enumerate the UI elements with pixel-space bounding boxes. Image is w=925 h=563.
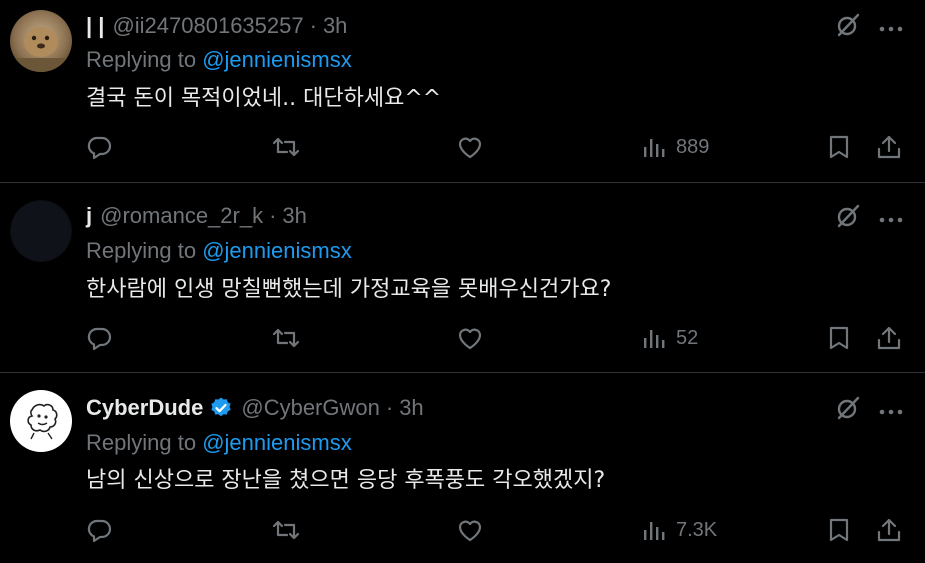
separator: · xyxy=(269,203,277,228)
reply-button[interactable] xyxy=(86,323,112,353)
display-name[interactable]: j xyxy=(86,203,92,229)
share-icon xyxy=(877,326,901,350)
timestamp[interactable]: 3h xyxy=(399,395,423,421)
tweet-header: CyberDude @CyberGwon · 3h xyxy=(86,392,424,424)
tweet[interactable]: CyberDude @CyberGwon · 3h Replying to @j… xyxy=(0,373,925,563)
tweet[interactable]: j @romance_2r_k · 3h Replying to @jennie… xyxy=(0,183,925,373)
views-button[interactable]: 7.3K xyxy=(642,515,717,545)
share-button[interactable] xyxy=(876,515,902,545)
replying-to: Replying to @jennienismsx xyxy=(86,47,352,73)
more-icon[interactable] xyxy=(879,18,903,37)
avatar[interactable] xyxy=(10,390,72,452)
reply-button[interactable] xyxy=(86,132,112,162)
bookmark-icon xyxy=(829,518,849,542)
user-handle[interactable]: @ii2470801635257 xyxy=(112,13,303,39)
like-icon xyxy=(458,520,482,542)
share-icon xyxy=(877,135,901,159)
views-count: 889 xyxy=(676,135,710,158)
share-icon xyxy=(877,518,901,542)
tweet-top-actions xyxy=(835,395,903,425)
avatar[interactable] xyxy=(10,10,72,72)
tweet-header: | | @ii2470801635257 · 3h xyxy=(86,10,347,42)
tweet-top-actions xyxy=(835,203,903,233)
reply-feed: | | @ii2470801635257 · 3h Replying to @j… xyxy=(0,0,925,549)
replying-prefix: Replying to xyxy=(86,238,197,263)
mention-link[interactable]: @jennienismsx xyxy=(202,430,352,455)
retweet-button[interactable] xyxy=(272,515,300,545)
like-button[interactable] xyxy=(456,132,484,162)
tweet-text: 결국 돈이 목적이었네.. 대단하세요^^ xyxy=(86,86,442,111)
tweet-actions: 52 xyxy=(86,323,906,353)
reply-button[interactable] xyxy=(86,515,112,545)
views-count: 52 xyxy=(676,326,699,349)
share-button[interactable] xyxy=(876,323,902,353)
replying-prefix: Replying to xyxy=(86,47,197,72)
separator: · xyxy=(385,395,394,420)
user-handle[interactable]: @CyberGwon xyxy=(241,395,380,421)
reply-icon xyxy=(87,327,112,351)
tweet-top-actions xyxy=(835,12,903,42)
views-button[interactable]: 889 xyxy=(642,132,709,162)
replying-to: Replying to @jennienismsx xyxy=(86,238,352,264)
replying-prefix: Replying to xyxy=(86,430,197,455)
bookmark-icon xyxy=(829,135,849,159)
avatar[interactable] xyxy=(10,200,72,262)
like-icon xyxy=(458,137,482,159)
tweet-actions: 889 xyxy=(86,132,906,162)
bookmark-button[interactable] xyxy=(828,132,850,162)
retweet-button[interactable] xyxy=(272,323,300,353)
retweet-button[interactable] xyxy=(272,132,300,162)
separator: · xyxy=(309,13,317,38)
reply-icon xyxy=(87,519,112,543)
grok-icon[interactable] xyxy=(835,12,861,42)
grok-icon[interactable] xyxy=(835,395,861,425)
retweet-icon xyxy=(272,520,300,540)
mention-link[interactable]: @jennienismsx xyxy=(202,47,352,72)
bookmark-button[interactable] xyxy=(828,323,850,353)
tweet-header: j @romance_2r_k · 3h xyxy=(86,200,307,232)
views-icon xyxy=(644,330,665,348)
timestamp[interactable]: 3h xyxy=(323,13,347,39)
reply-icon xyxy=(87,136,112,160)
like-icon xyxy=(458,328,482,350)
views-icon xyxy=(644,139,665,157)
like-button[interactable] xyxy=(456,515,484,545)
mention-link[interactable]: @jennienismsx xyxy=(202,238,352,263)
tweet[interactable]: | | @ii2470801635257 · 3h Replying to @j… xyxy=(0,0,925,183)
user-handle[interactable]: @romance_2r_k xyxy=(100,203,263,229)
like-button[interactable] xyxy=(456,323,484,353)
display-name[interactable]: CyberDude xyxy=(86,395,203,421)
retweet-icon xyxy=(272,328,300,348)
share-button[interactable] xyxy=(876,132,902,162)
timestamp[interactable]: 3h xyxy=(282,203,306,229)
tweet-text: 한사람에 인생 망칠뻔했는데 가정교육을 못배우신건가요? xyxy=(86,277,612,302)
more-icon[interactable] xyxy=(879,401,903,420)
views-icon xyxy=(644,522,665,540)
tweet-actions: 7.3K xyxy=(86,515,906,545)
bookmark-button[interactable] xyxy=(828,515,850,545)
verified-badge-icon xyxy=(209,396,233,420)
bookmark-icon xyxy=(829,326,849,350)
replying-to: Replying to @jennienismsx xyxy=(86,430,352,456)
grok-icon[interactable] xyxy=(835,203,861,233)
more-icon[interactable] xyxy=(879,209,903,228)
views-button[interactable]: 52 xyxy=(642,323,698,353)
retweet-icon xyxy=(272,137,300,157)
display-name[interactable]: | | xyxy=(86,13,104,39)
tweet-text: 남의 신상으로 장난을 쳤으면 응당 후폭풍도 각오했겠지? xyxy=(86,468,606,493)
views-count: 7.3K xyxy=(676,518,718,541)
